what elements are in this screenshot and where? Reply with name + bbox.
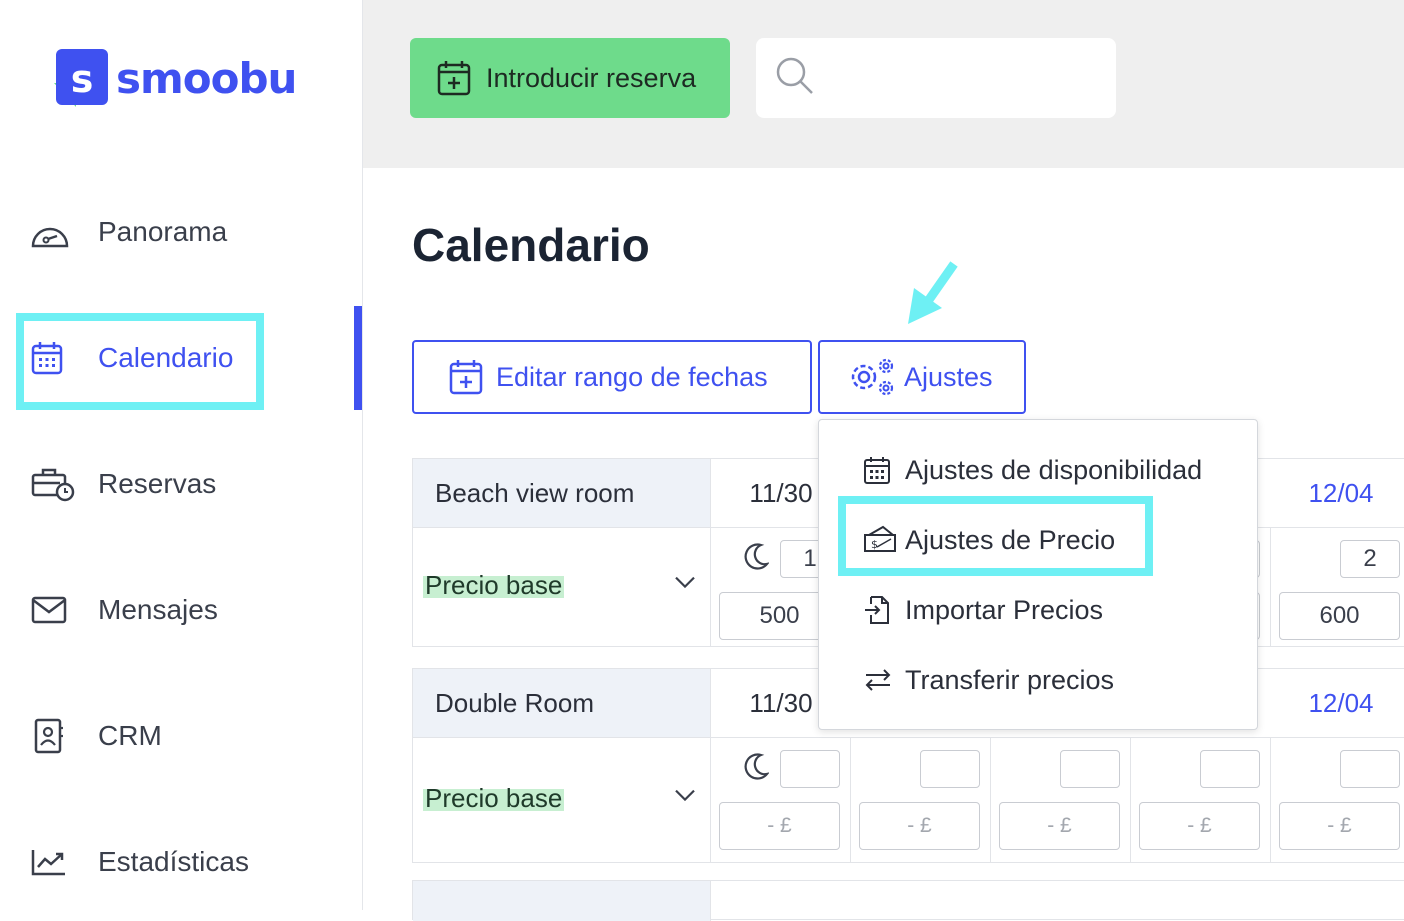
price-input[interactable]: - £	[999, 802, 1120, 850]
menu-item-import-prices[interactable]: Importar Precios	[863, 588, 1103, 632]
min-stay-input[interactable]	[1340, 750, 1400, 788]
min-stay-input[interactable]	[1200, 750, 1260, 788]
contact-book-icon	[30, 716, 80, 756]
day-cell: 2 600	[1271, 528, 1404, 646]
chevron-down-icon	[674, 576, 696, 595]
menu-item-label: Transferir precios	[905, 664, 1115, 695]
brand-name: smoobu	[116, 53, 297, 103]
menu-item-label: Importar Precios	[905, 594, 1104, 625]
sidebar-item-mensajes[interactable]: Mensajes	[30, 580, 218, 640]
room-name[interactable]: Beach view room	[413, 459, 711, 527]
menu-item-transfer-prices[interactable]: Transferir precios	[863, 658, 1114, 702]
edit-date-range-button[interactable]: Editar rango de fechas	[412, 340, 812, 414]
day-cell: - £	[1131, 738, 1271, 862]
sidebar-item-label: Reservas	[98, 468, 217, 499]
price-input[interactable]: - £	[1139, 802, 1260, 850]
suitcase-clock-icon	[30, 464, 80, 504]
dashboard-gauge-icon	[30, 212, 80, 252]
menu-item-availability-settings[interactable]: Ajustes de disponibilidad	[863, 448, 1202, 492]
annotation-highlight-calendario	[16, 313, 264, 410]
new-booking-button[interactable]: Introducir reserva	[410, 38, 730, 118]
annotation-arrow-icon	[908, 261, 958, 324]
price-type-label: Precio base	[423, 785, 565, 811]
brand-logo[interactable]: s smoobu	[50, 47, 297, 109]
file-import-icon	[863, 594, 897, 626]
price-input[interactable]: - £	[859, 802, 980, 850]
calendar-grid-icon	[863, 455, 897, 485]
smoobu-logo-icon: s	[50, 47, 110, 109]
menu-item-label: Ajustes de disponibilidad	[905, 454, 1203, 485]
price-type-label: Precio base	[423, 572, 565, 598]
trend-chart-icon	[30, 842, 80, 882]
min-stay-input[interactable]	[1060, 750, 1120, 788]
chevron-down-icon	[674, 789, 696, 808]
edit-date-range-label: Editar rango de fechas	[496, 361, 768, 392]
top-bar: Introducir reserva	[363, 0, 1404, 168]
gears-icon	[848, 357, 896, 397]
logo-mark-letter: s	[71, 57, 94, 101]
sidebar-item-reservas[interactable]: Reservas	[30, 454, 216, 514]
transfer-arrows-icon	[863, 667, 897, 693]
sidebar-item-label: Mensajes	[98, 594, 218, 625]
price-input[interactable]: - £	[1279, 802, 1400, 850]
price-type-select[interactable]: Precio base	[413, 738, 711, 862]
date-cell: 12/04	[1308, 477, 1374, 508]
price-type-text: Precio base	[425, 783, 563, 813]
search-icon	[774, 55, 816, 102]
sidebar: s smoobu Panorama Calendario Reservas Me…	[0, 0, 363, 910]
sidebar-item-label: Estadísticas	[98, 846, 249, 877]
room-price-row: Precio base - £ - £ - £ - £ - £	[413, 738, 1404, 862]
sidebar-item-label: CRM	[98, 720, 162, 751]
min-stay-input[interactable]	[780, 750, 840, 788]
date-cell: 12/04	[1308, 687, 1374, 718]
room-name[interactable]: Double Room	[413, 669, 711, 737]
sidebar-item-panorama[interactable]: Panorama	[30, 202, 227, 262]
page-title: Calendario	[412, 219, 650, 271]
settings-button[interactable]: Ajustes	[818, 340, 1026, 414]
active-nav-indicator	[354, 306, 362, 410]
price-type-text: Precio base	[425, 570, 563, 600]
sidebar-item-estadisticas[interactable]: Estadísticas	[30, 832, 249, 892]
search-box[interactable]	[756, 38, 1116, 118]
day-cell: - £	[851, 738, 991, 862]
search-input[interactable]	[826, 57, 1100, 99]
sidebar-item-crm[interactable]: CRM	[30, 706, 162, 766]
price-type-select[interactable]: Precio base	[413, 528, 711, 646]
min-stay-input[interactable]: 2	[1340, 540, 1400, 578]
day-cell: - £	[991, 738, 1131, 862]
price-input[interactable]: 600	[1279, 592, 1400, 640]
min-stay-input[interactable]	[920, 750, 980, 788]
room-name-partial	[413, 881, 711, 921]
price-input[interactable]: - £	[719, 802, 840, 850]
envelope-icon	[30, 590, 80, 630]
annotation-highlight-price-settings	[838, 496, 1153, 576]
moon-icon	[741, 542, 770, 577]
settings-label: Ajustes	[904, 361, 993, 392]
new-booking-label: Introducir reserva	[486, 62, 697, 93]
room-block-partial	[412, 880, 1404, 921]
calendar-add-icon	[436, 59, 472, 97]
day-cell: - £	[711, 738, 851, 862]
moon-icon	[741, 752, 770, 787]
day-cell: - £	[1271, 738, 1404, 862]
calendar-add-icon	[448, 358, 484, 396]
sidebar-item-label: Panorama	[98, 216, 228, 247]
